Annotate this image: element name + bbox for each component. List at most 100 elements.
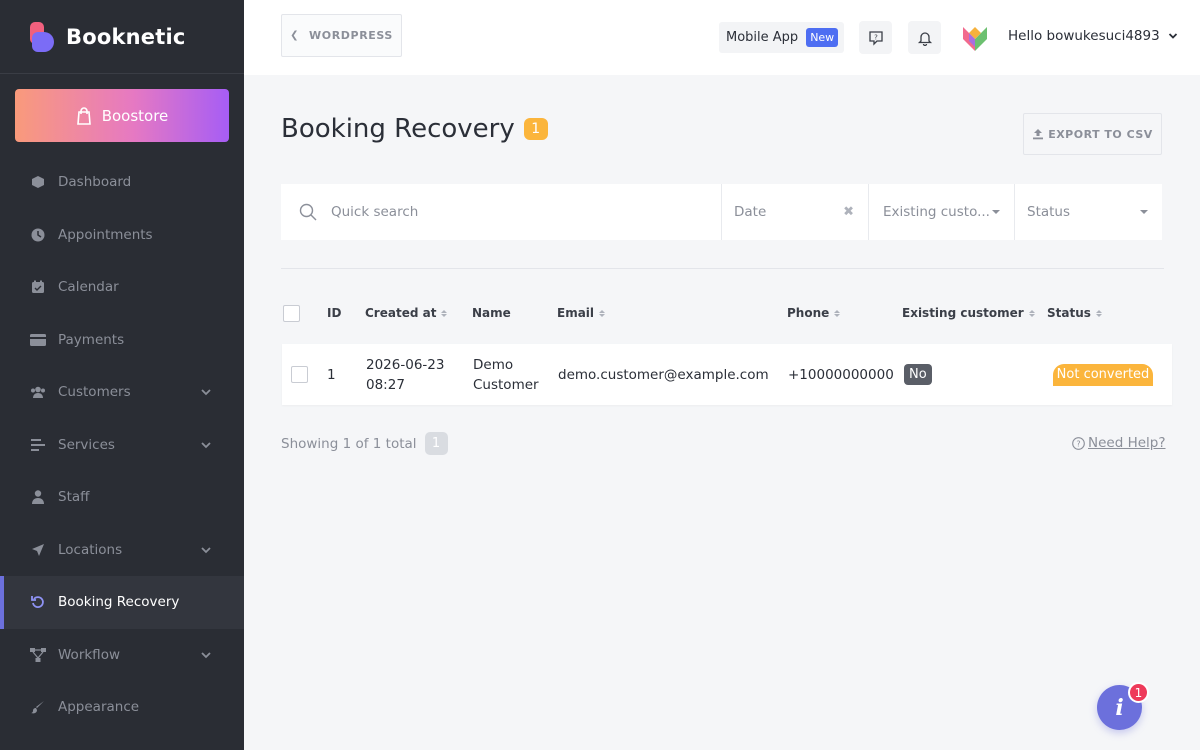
search-box: [281, 184, 722, 240]
page-title-text: Booking Recovery: [281, 114, 515, 144]
column-label: Phone: [787, 306, 830, 320]
status-filter-label: Status: [1027, 204, 1071, 220]
name-first: Demo: [473, 356, 514, 373]
column-label: Existing customer: [902, 306, 1024, 320]
column-name: Name: [472, 296, 511, 330]
sidebar-item-label: Services: [58, 436, 115, 453]
chevron-down-icon: [201, 389, 211, 396]
sidebar-item-locations[interactable]: Locations: [0, 524, 244, 577]
notification-count-badge: 1: [1128, 682, 1149, 703]
top-header: ❮ WORDPRESS Mobile App New ? Hello bowuk…: [244, 0, 1200, 75]
row-select-cell: [291, 344, 308, 405]
svg-text:?: ?: [874, 33, 878, 41]
location-arrow-icon: [30, 542, 46, 558]
chevron-down-icon: [201, 652, 211, 659]
question-circle-icon: ?: [1072, 436, 1085, 450]
boostore-button[interactable]: Boostore: [15, 89, 229, 142]
caret-down-icon: [1140, 210, 1148, 214]
sidebar-item-dashboard[interactable]: Dashboard: [0, 156, 244, 209]
existing-customer-filter[interactable]: Existing custo...: [869, 184, 1015, 240]
sidebar-item-customers[interactable]: Customers: [0, 366, 244, 419]
export-csv-button[interactable]: EXPORT TO CSV: [1023, 113, 1162, 155]
table-row[interactable]: 1 2026-06-23 08:27 Demo Customer demo.cu…: [282, 344, 1172, 405]
column-label: Name: [472, 306, 511, 320]
workflow-icon: [30, 647, 46, 663]
new-badge: New: [806, 28, 839, 47]
bell-icon: [917, 31, 932, 46]
sidebar-item-booking-recovery[interactable]: Booking Recovery: [0, 576, 244, 629]
sidebar-item-label: Booking Recovery: [58, 594, 180, 611]
sidebar-item-workflow[interactable]: Workflow: [0, 629, 244, 682]
status-filter[interactable]: Status: [1015, 184, 1162, 240]
mobile-app-label: Mobile App: [726, 30, 799, 45]
sidebar-item-services[interactable]: Services: [0, 419, 244, 472]
pagination-info: Showing 1 of 1 total 1: [281, 432, 448, 455]
date-filter[interactable]: Date ✖: [722, 184, 869, 240]
search-icon: [299, 203, 317, 221]
select-all-checkbox[interactable]: [283, 304, 300, 322]
column-label: Email: [557, 306, 595, 320]
sort-icon: [599, 309, 606, 317]
user-icon: [30, 489, 46, 505]
status-badge: Not converted: [1053, 363, 1153, 386]
row-existing-customer: No: [904, 344, 932, 405]
wordpress-back-button[interactable]: ❮ WORDPRESS: [281, 14, 402, 57]
sort-icon: [834, 309, 841, 317]
name-last: Customer: [473, 376, 539, 393]
column-email[interactable]: Email: [557, 296, 606, 330]
mobile-app-button[interactable]: Mobile App New: [719, 22, 844, 53]
clear-icon[interactable]: ✖: [843, 205, 854, 220]
count-badge: 1: [523, 118, 548, 140]
clock-icon: [30, 227, 46, 243]
chevron-down-icon: [201, 547, 211, 554]
search-input[interactable]: [331, 204, 691, 220]
need-help-link[interactable]: ? Need Help?: [1072, 435, 1166, 451]
sidebar-item-appointments[interactable]: Appointments: [0, 209, 244, 262]
filter-bar: Date ✖ Existing custo... Status: [281, 184, 1162, 240]
date-filter-label: Date: [734, 204, 767, 220]
user-greeting: Hello bowukesuci4893: [1008, 28, 1160, 44]
column-phone[interactable]: Phone: [787, 296, 841, 330]
sidebar-item-label: Appointments: [58, 226, 153, 243]
created-time: 08:27: [366, 376, 405, 393]
column-label: ID: [327, 306, 342, 320]
booknetic-logo-icon: [30, 21, 54, 52]
select-all-cell: [283, 296, 300, 330]
showing-text: Showing 1 of 1 total: [281, 435, 417, 452]
undo-icon: [30, 594, 46, 610]
sidebar-item-label: Staff: [58, 489, 90, 506]
sidebar-item-label: Dashboard: [58, 174, 132, 191]
row-checkbox[interactable]: [291, 366, 308, 383]
column-existing-customer[interactable]: Existing customer: [902, 296, 1035, 330]
info-icon: i: [1115, 694, 1124, 721]
existing-filter-label: Existing custo...: [883, 204, 990, 220]
users-icon: [30, 384, 46, 400]
feedback-button[interactable]: ?: [859, 21, 892, 54]
sidebar-item-staff[interactable]: Staff: [0, 471, 244, 524]
row-phone: +10000000000: [788, 366, 894, 383]
page-button[interactable]: 1: [424, 432, 448, 455]
column-status[interactable]: Status: [1047, 296, 1102, 330]
row-status: Not converted: [1053, 344, 1153, 405]
caret-down-icon: [992, 210, 1000, 214]
sort-icon: [1028, 309, 1035, 317]
sidebar: Booknetic Boostore Dashboard Appointment…: [0, 0, 244, 750]
upload-icon: [1033, 129, 1044, 140]
column-created-at[interactable]: Created at: [365, 296, 448, 330]
sidebar-item-appearance[interactable]: Appearance: [0, 681, 244, 734]
row-name: Demo Customer: [473, 344, 539, 405]
user-menu[interactable]: Hello bowukesuci4893: [1008, 28, 1178, 44]
sidebar-item-label: Calendar: [58, 279, 119, 296]
help-chat-icon: ?: [868, 30, 883, 46]
list-icon: [30, 437, 46, 453]
brand-name: Booknetic: [66, 24, 186, 49]
brand[interactable]: Booknetic: [0, 0, 244, 74]
avatar[interactable]: [963, 25, 987, 51]
boostore-label: Boostore: [101, 106, 169, 125]
chevron-down-icon: [201, 442, 211, 449]
sidebar-item-payments[interactable]: Payments: [0, 314, 244, 367]
column-label: Status: [1047, 306, 1091, 320]
sidebar-item-label: Appearance: [58, 699, 140, 716]
sidebar-item-calendar[interactable]: Calendar: [0, 261, 244, 314]
notifications-button[interactable]: [908, 21, 941, 54]
